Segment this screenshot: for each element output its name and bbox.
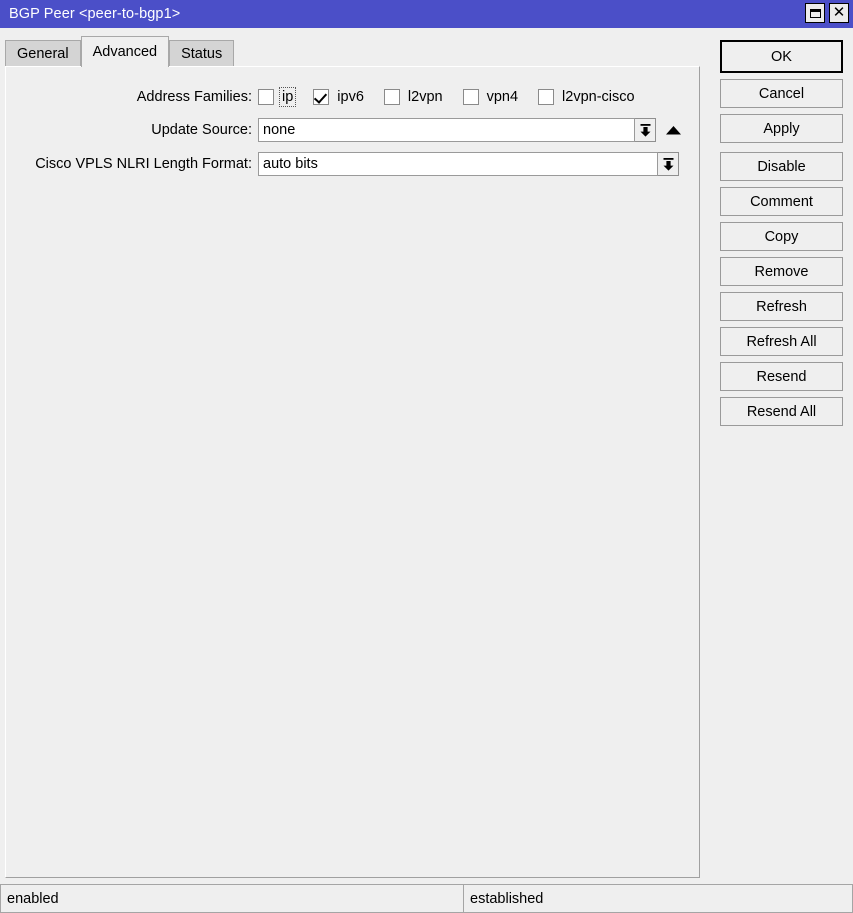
titlebar-button-group: ✕ [805, 3, 849, 23]
resend-all-button[interactable]: Resend All [720, 397, 843, 426]
tab-advanced-label: Advanced [92, 44, 158, 60]
maximize-icon [809, 8, 821, 18]
status-session-text: established [470, 890, 544, 907]
ok-button[interactable]: OK [720, 40, 843, 73]
address-families-checkbox-group: ip ipv6 l2vpn vpn4 l2vpn-cisco [258, 87, 655, 107]
close-button[interactable]: ✕ [829, 3, 849, 23]
tab-status-label: Status [181, 46, 223, 62]
checkbox-vpn4[interactable] [462, 89, 479, 105]
status-enabled-cell: enabled [0, 884, 464, 913]
refresh-all-button[interactable]: Refresh All [720, 327, 843, 356]
tab-general-label: General [17, 46, 69, 62]
window-titlebar: BGP Peer <peer-to-bgp1> ✕ [0, 0, 853, 28]
checkbox-l2vpn-cisco-label: l2vpn-cisco [562, 89, 635, 105]
disable-button[interactable]: Disable [720, 152, 843, 181]
status-enabled-text: enabled [7, 890, 59, 907]
window-title: BGP Peer <peer-to-bgp1> [9, 6, 181, 22]
refresh-button[interactable]: Refresh [720, 292, 843, 321]
nlri-length-format-value: auto bits [263, 156, 318, 172]
checkbox-item-ip[interactable]: ip [258, 87, 297, 107]
checkbox-ip[interactable] [258, 89, 274, 105]
comment-button[interactable]: Comment [720, 187, 843, 216]
checkbox-item-l2vpn-cisco[interactable]: l2vpn-cisco [538, 88, 637, 106]
update-source-collapse-button[interactable] [662, 118, 684, 142]
checkbox-item-ipv6[interactable]: ipv6 [313, 88, 366, 106]
update-source-dropdown-button[interactable] [635, 118, 656, 142]
tab-advanced[interactable]: Advanced [80, 36, 170, 67]
address-families-row: Address Families: ip ipv6 l2vpn vpn4 l2v… [6, 85, 696, 109]
resend-button[interactable]: Resend [720, 362, 843, 391]
up-arrow-icon [665, 125, 681, 134]
address-families-label: Address Families: [136, 89, 252, 105]
remove-button[interactable]: Remove [720, 257, 843, 286]
nlri-length-format-input[interactable]: auto bits [258, 152, 658, 176]
update-source-label: Update Source: [151, 122, 252, 138]
checkbox-l2vpn-label: l2vpn [407, 89, 443, 105]
dropdown-arrow-icon [663, 157, 673, 171]
maximize-button[interactable] [805, 3, 825, 23]
nlri-length-format-label: Cisco VPLS NLRI Length Format: [35, 156, 252, 172]
checkbox-ipv6-label: ipv6 [337, 89, 364, 105]
copy-button[interactable]: Copy [720, 222, 843, 251]
checkbox-item-l2vpn[interactable]: l2vpn [383, 88, 445, 106]
checkbox-l2vpn[interactable] [383, 89, 400, 105]
update-source-input[interactable]: none [258, 118, 635, 142]
checkbox-item-vpn4[interactable]: vpn4 [462, 88, 520, 106]
apply-button[interactable]: Apply [720, 114, 843, 143]
tab-strip: General Advanced Status [5, 36, 235, 67]
cancel-button[interactable]: Cancel [720, 79, 843, 108]
status-session-cell: established [464, 884, 853, 913]
tab-status[interactable]: Status [169, 40, 235, 67]
advanced-tab-panel: Address Families: ip ipv6 l2vpn vpn4 l2v… [5, 66, 700, 878]
tab-general[interactable]: General [5, 40, 81, 67]
checkbox-ip-label: ip [278, 87, 297, 107]
update-source-value: none [263, 122, 296, 138]
status-bar: enabled established [0, 884, 853, 913]
nlri-length-format-dropdown-button[interactable] [658, 152, 679, 176]
checkbox-l2vpn-cisco[interactable] [538, 89, 555, 105]
close-icon: ✕ [832, 4, 846, 21]
update-source-row: Update Source: none [6, 118, 696, 142]
dialog-button-column: OK Cancel Apply Disable Comment Copy Rem… [720, 40, 843, 432]
checkbox-vpn4-label: vpn4 [486, 89, 519, 105]
nlri-length-format-row: Cisco VPLS NLRI Length Format: auto bits [6, 152, 696, 176]
checkbox-ipv6[interactable] [313, 89, 330, 105]
dropdown-arrow-icon [640, 123, 650, 137]
